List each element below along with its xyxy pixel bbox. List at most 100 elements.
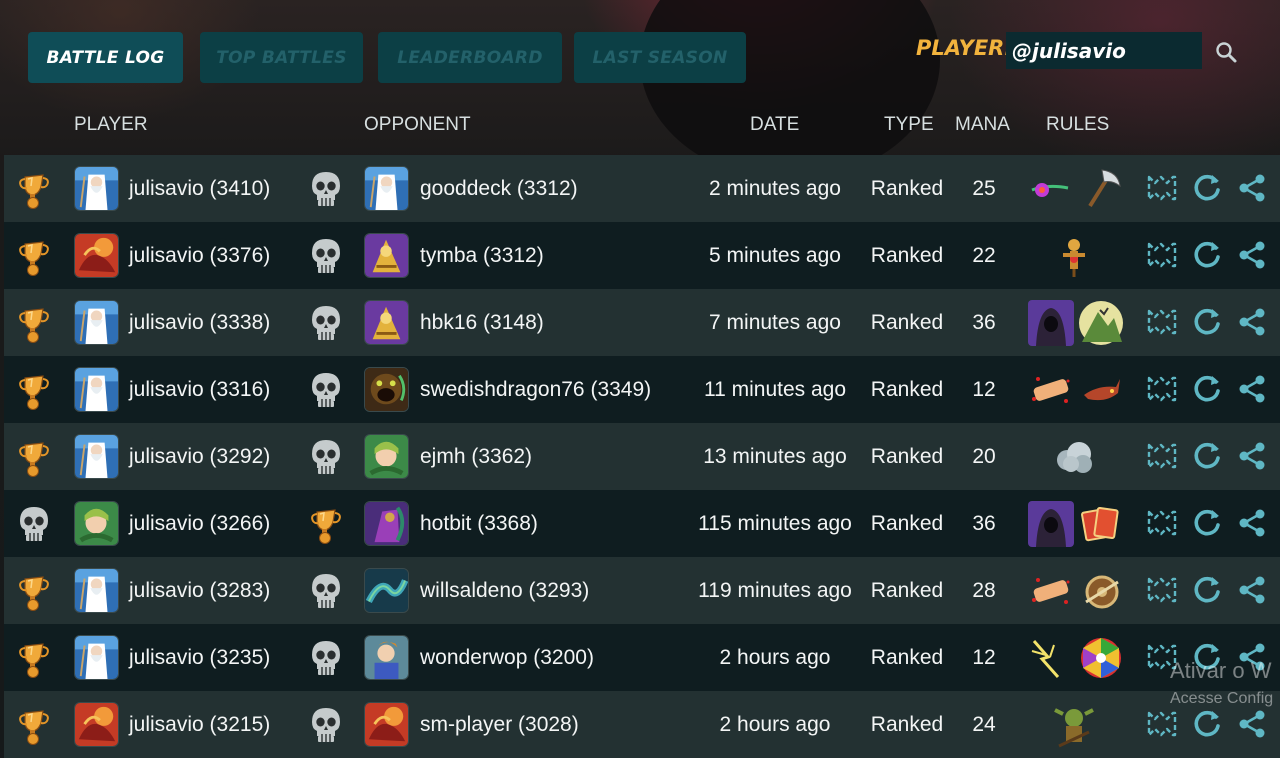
share-icon[interactable]: [1236, 574, 1268, 606]
player-name[interactable]: julisavio (3215): [129, 691, 270, 758]
trophy-icon: [308, 504, 344, 544]
column-header-rules: RULES: [1046, 114, 1110, 135]
axe-rule-icon: [1078, 166, 1124, 212]
watermark-line-1: Ativar o W: [1170, 658, 1272, 683]
share-icon[interactable]: [1236, 507, 1268, 539]
player-name[interactable]: julisavio (3338): [129, 289, 270, 356]
share-icon[interactable]: [1236, 306, 1268, 338]
replay-icon[interactable]: [1191, 507, 1223, 539]
column-header-type: TYPE: [884, 114, 934, 135]
mana-cap: 28: [972, 578, 996, 602]
battle-date: 2 hours ago: [719, 645, 831, 669]
mana-cap: 12: [972, 645, 996, 669]
opponent-avatar: [364, 635, 409, 680]
view-battle-icon[interactable]: [1146, 306, 1178, 338]
view-battle-icon[interactable]: [1146, 373, 1178, 405]
trophy-icon: [16, 638, 52, 678]
opponent-name[interactable]: hotbit (3368): [420, 490, 538, 557]
table-row[interactable]: julisavio (3376) tymba (3312) 5 minutes a…: [4, 222, 1280, 289]
replay-icon[interactable]: [1191, 239, 1223, 271]
opponent-name[interactable]: ejmh (3362): [420, 423, 532, 490]
column-header-mana: MANA: [955, 114, 1010, 135]
horned-beast-rule-icon: [1078, 367, 1124, 413]
replay-icon[interactable]: [1191, 440, 1223, 472]
opponent-name[interactable]: willsaldeno (3293): [420, 557, 589, 624]
battle-type: Ranked: [870, 578, 944, 602]
share-icon[interactable]: [1236, 172, 1268, 204]
player-avatar: [74, 166, 119, 211]
player-avatar: [74, 233, 119, 278]
column-header-player: PLAYER: [74, 114, 148, 135]
table-row[interactable]: julisavio (3316) swedishdragon76 (3349) 1…: [4, 356, 1280, 423]
player-name[interactable]: julisavio (3292): [129, 423, 270, 490]
player-name[interactable]: julisavio (3410): [129, 155, 270, 222]
mana-cap: 36: [972, 511, 996, 535]
view-battle-icon[interactable]: [1146, 440, 1178, 472]
player-avatar: [74, 501, 119, 546]
player-search-input[interactable]: [1006, 32, 1202, 69]
table-row[interactable]: julisavio (3215) sm-player (3028) 2 hours…: [4, 691, 1280, 758]
battle-type: Ranked: [870, 645, 944, 669]
view-battle-icon[interactable]: [1146, 574, 1178, 606]
table-row[interactable]: julisavio (3283) willsaldeno (3293) 119 m…: [4, 557, 1280, 624]
share-icon[interactable]: [1236, 239, 1268, 271]
table-row[interactable]: julisavio (3410) gooddeck (3312) 2 minute…: [4, 155, 1280, 222]
player-name[interactable]: julisavio (3376): [129, 222, 270, 289]
comet-rule-icon: [1028, 166, 1074, 212]
mana-cap: 20: [972, 444, 996, 468]
tab-leaderboard[interactable]: LEADERBOARD: [378, 32, 562, 83]
opponent-avatar: [364, 367, 409, 412]
share-icon[interactable]: [1236, 440, 1268, 472]
spark-rule-icon: [1028, 635, 1074, 681]
tab-last-season[interactable]: LAST SEASON: [574, 32, 746, 83]
trophy-icon: [16, 236, 52, 276]
mana-cap: 24: [972, 712, 996, 736]
trophy-icon: [16, 303, 52, 343]
player-name[interactable]: julisavio (3235): [129, 624, 270, 691]
share-icon[interactable]: [1236, 373, 1268, 405]
table-row[interactable]: julisavio (3235) wonderwop (3200) 2 hours…: [4, 624, 1280, 691]
tab-top-battles[interactable]: TOP BATTLES: [200, 32, 363, 83]
battle-type: Ranked: [870, 243, 944, 267]
table-row[interactable]: julisavio (3266) hotbit (3368) 115 minute…: [4, 490, 1280, 557]
opponent-name[interactable]: hbk16 (3148): [420, 289, 544, 356]
cards-rule-icon: [1078, 501, 1124, 547]
search-icon[interactable]: [1214, 40, 1240, 66]
player-name[interactable]: julisavio (3316): [129, 356, 270, 423]
replay-icon[interactable]: [1191, 708, 1223, 740]
tab-battle-log[interactable]: BATTLE LOG: [28, 32, 183, 83]
battle-type: Ranked: [870, 511, 944, 535]
player-name[interactable]: julisavio (3266): [129, 490, 270, 557]
view-battle-icon[interactable]: [1146, 507, 1178, 539]
share-icon[interactable]: [1236, 708, 1268, 740]
opponent-avatar: [364, 702, 409, 747]
battle-date: 2 minutes ago: [709, 176, 841, 200]
table-row[interactable]: julisavio (3292) ejmh (3362) 13 minutes a…: [4, 423, 1280, 490]
opponent-name[interactable]: wonderwop (3200): [420, 624, 594, 691]
view-battle-icon[interactable]: [1146, 239, 1178, 271]
mana-cap: 12: [972, 377, 996, 401]
opponent-avatar: [364, 300, 409, 345]
opponent-avatar: [364, 434, 409, 479]
opponent-name[interactable]: gooddeck (3312): [420, 155, 578, 222]
view-battle-icon[interactable]: [1146, 708, 1178, 740]
opponent-name[interactable]: sm-player (3028): [420, 691, 579, 758]
view-battle-icon[interactable]: [1146, 172, 1178, 204]
opponent-name[interactable]: tymba (3312): [420, 222, 544, 289]
trophy-icon: [16, 169, 52, 209]
replay-icon[interactable]: [1191, 172, 1223, 204]
replay-icon[interactable]: [1191, 373, 1223, 405]
table-row[interactable]: julisavio (3338) hbk16 (3148) 7 minutes a…: [4, 289, 1280, 356]
skull-icon: [308, 705, 344, 745]
replay-icon[interactable]: [1191, 306, 1223, 338]
target-dummy-rule-icon: [1051, 233, 1097, 279]
skull-icon: [308, 303, 344, 343]
opponent-avatar: [364, 501, 409, 546]
opponent-name[interactable]: swedishdragon76 (3349): [420, 356, 651, 423]
player-name[interactable]: julisavio (3283): [129, 557, 270, 624]
skull-icon: [308, 236, 344, 276]
watermark-line-2: Acesse Config: [1170, 690, 1274, 707]
battle-date: 7 minutes ago: [709, 310, 841, 334]
opponent-avatar: [364, 568, 409, 613]
replay-icon[interactable]: [1191, 574, 1223, 606]
